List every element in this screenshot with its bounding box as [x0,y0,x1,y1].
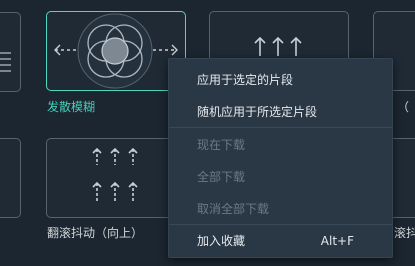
tile-label-blur-diverge: 发散模糊 [47,100,96,114]
transition-tile-partial-left-2[interactable] [0,138,21,218]
tile-label-partial-right-1: （ [397,100,410,114]
menu-item-label: 随机应用于所选定片段 [197,105,318,119]
lines-icon [0,52,11,72]
menu-item-label: 全部下载 [197,170,246,184]
menu-item-download-now[interactable]: 现在下载 [169,133,392,157]
up-arrows-icon [92,147,138,201]
menu-item-label: 加入收藏 [197,234,246,248]
menu-separator [169,127,392,128]
tile-label-roll-shake-up: 翻滚抖动（向上） [47,226,144,240]
menu-item-label: 取消全部下载 [197,202,270,216]
menu-item-download-all[interactable]: 全部下载 [169,165,392,189]
menu-item-shortcut: Alt+F [320,234,354,248]
context-menu: 应用于选定的片段 随机应用于所选定片段 现在下载 全部下载 取消全部下载 加入收… [168,58,393,258]
transition-tile-partial-left-1[interactable] [0,12,21,92]
menu-item-cancel-all-downloads[interactable]: 取消全部下载 [169,197,392,221]
tile-label-partial-right-2: 滚抖 [394,226,415,240]
menu-separator [169,224,392,225]
transition-tile-blur-diverge[interactable] [46,11,186,91]
blur-diverge-icon [54,13,178,89]
transition-tile-roll-shake-up[interactable] [46,138,186,218]
menu-item-label: 应用于选定的片段 [197,73,294,87]
menu-item-label: 现在下载 [197,138,246,152]
menu-item-apply-selected[interactable]: 应用于选定的片段 [169,68,392,92]
menu-item-random-apply[interactable]: 随机应用于所选定片段 [169,100,392,124]
menu-item-add-favorite[interactable]: 加入收藏 Alt+F [169,229,392,253]
